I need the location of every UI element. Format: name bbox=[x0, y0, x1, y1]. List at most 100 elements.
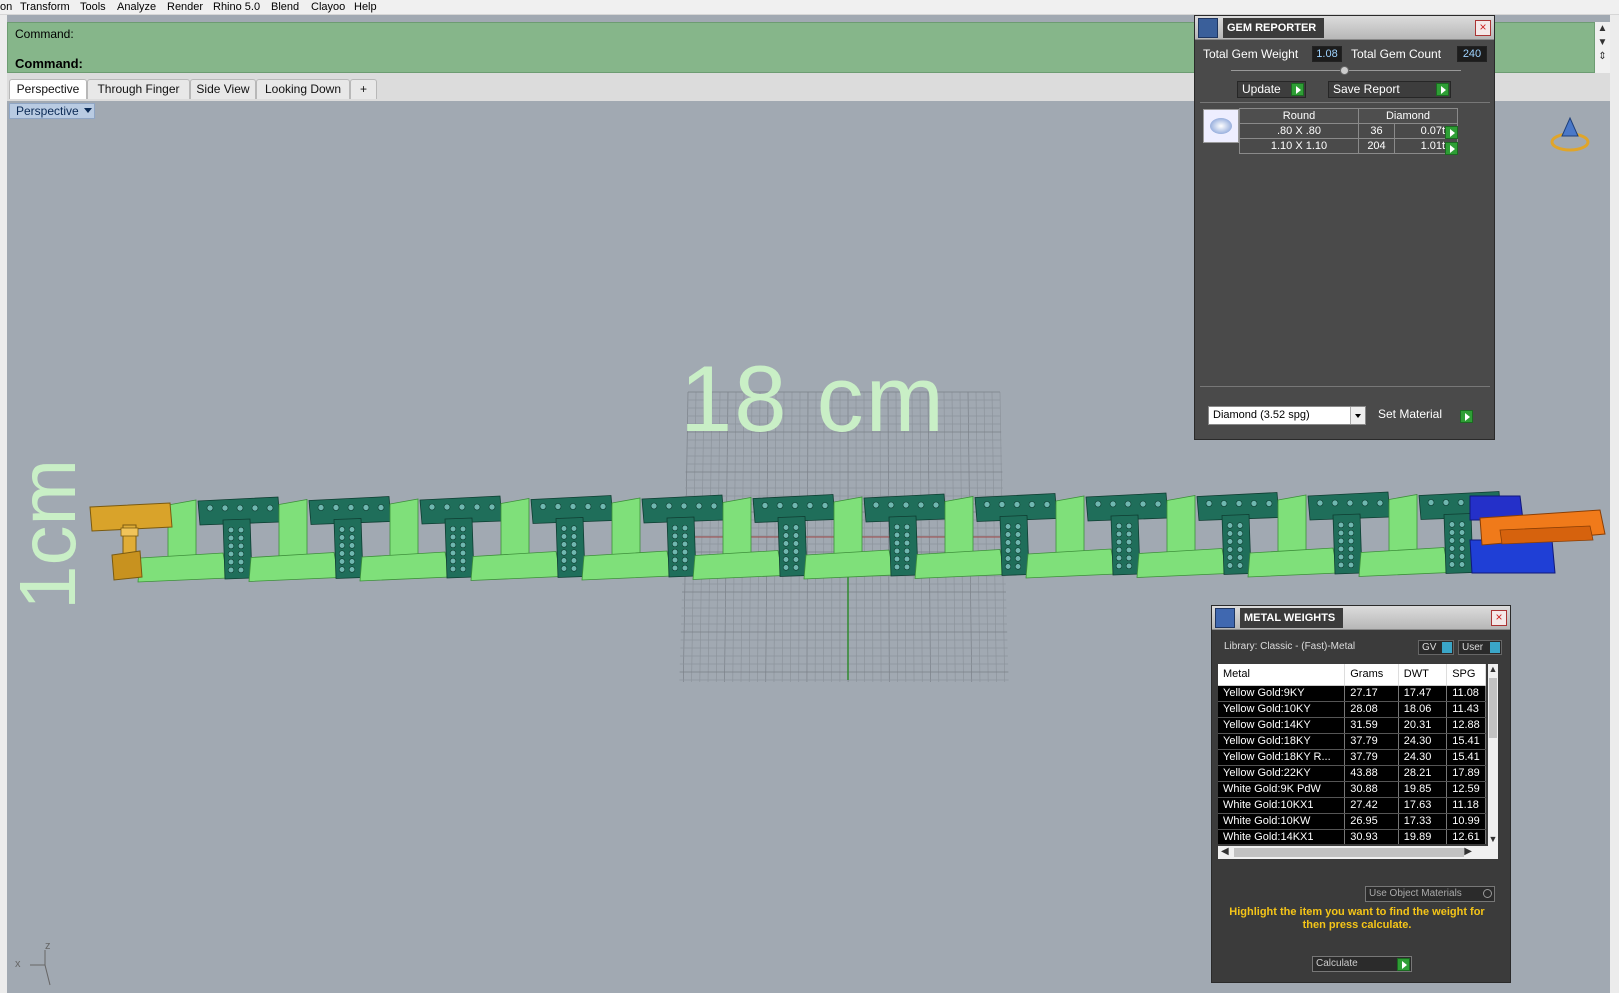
save-report-button[interactable]: Save Report bbox=[1328, 81, 1451, 98]
gem bbox=[1014, 531, 1022, 538]
gem bbox=[903, 531, 911, 539]
gem bbox=[893, 563, 901, 571]
gem bbox=[903, 555, 911, 563]
chevron-down-icon[interactable] bbox=[1350, 407, 1365, 424]
table-row[interactable]: Yellow Gold:10KY 28.08 18.06 11.43 bbox=[1218, 701, 1486, 718]
gv-toggle[interactable]: GV bbox=[1418, 640, 1454, 655]
set-material-go-icon[interactable] bbox=[1460, 410, 1473, 423]
gem bbox=[1337, 521, 1345, 529]
grams-column-header[interactable]: Grams bbox=[1344, 664, 1399, 686]
metal-table-hscroll[interactable]: ◀ ▶ bbox=[1218, 846, 1488, 859]
table-row[interactable]: White Gold:10KW 26.95 17.33 10.99 bbox=[1218, 813, 1486, 830]
set-material-button[interactable]: Set Material bbox=[1374, 407, 1470, 424]
spg-column-header[interactable]: SPG bbox=[1446, 664, 1486, 686]
gem-row-select-icon[interactable] bbox=[1445, 142, 1458, 155]
scroll-up-icon[interactable]: ▲ bbox=[1488, 664, 1498, 674]
close-icon[interactable]: × bbox=[1491, 610, 1507, 626]
gem bbox=[680, 502, 688, 510]
gem bbox=[1220, 500, 1228, 507]
dwt-column-header[interactable]: DWT bbox=[1398, 664, 1448, 686]
link-green-base bbox=[1358, 547, 1450, 577]
link-green-base bbox=[359, 551, 451, 582]
gem bbox=[227, 526, 235, 534]
compass-widget-icon[interactable] bbox=[1550, 116, 1590, 152]
table-row[interactable]: Yellow Gold:14KY 31.59 20.31 12.88 bbox=[1218, 717, 1486, 734]
gem bbox=[681, 532, 689, 540]
metal-name-cell: Yellow Gold:22KY bbox=[1218, 765, 1346, 782]
link-t-stem bbox=[666, 516, 697, 578]
table-row[interactable]: Yellow Gold:22KY 43.88 28.21 17.89 bbox=[1218, 765, 1486, 782]
gem bbox=[761, 502, 769, 509]
gem bbox=[338, 526, 346, 533]
gem bbox=[710, 502, 718, 510]
gem bbox=[782, 556, 790, 563]
material-select[interactable]: Diamond (3.52 spg) bbox=[1208, 406, 1366, 425]
gem bbox=[227, 534, 235, 542]
viewport-title[interactable]: Perspective bbox=[9, 103, 95, 119]
grams-cell: 26.95 bbox=[1344, 813, 1399, 830]
scroll-down-icon[interactable]: ▼ bbox=[1488, 834, 1498, 844]
use-object-materials-toggle[interactable]: Use Object Materials bbox=[1365, 886, 1495, 902]
scroll-right-icon[interactable]: ▶ bbox=[1464, 846, 1472, 857]
gem bbox=[1028, 501, 1036, 508]
width-annotation: 1cm bbox=[3, 458, 92, 610]
gem bbox=[221, 504, 229, 512]
gem bbox=[1458, 529, 1466, 536]
table-row[interactable]: White Gold:10KX1 27.42 17.63 11.18 bbox=[1218, 797, 1486, 814]
gem bbox=[317, 504, 325, 511]
table-row[interactable]: White Gold:9K PdW 30.88 19.85 12.59 bbox=[1218, 781, 1486, 798]
gem bbox=[665, 502, 673, 510]
clasp-right[interactable] bbox=[1469, 495, 1606, 574]
update-go-icon[interactable] bbox=[1291, 83, 1304, 96]
gem bbox=[1014, 547, 1022, 554]
calculate-go-icon[interactable] bbox=[1397, 958, 1410, 971]
metal-table-vscroll[interactable]: ▲ ▼ bbox=[1488, 664, 1498, 859]
dwt-cell: 19.89 bbox=[1398, 829, 1448, 844]
gv-label: GV bbox=[1422, 642, 1437, 653]
scroll-thumb[interactable] bbox=[1489, 678, 1497, 738]
link-t-stem bbox=[222, 518, 253, 580]
table-row[interactable]: Yellow Gold:18KY R... 37.79 24.30 15.41 bbox=[1218, 749, 1486, 766]
gem bbox=[671, 524, 679, 532]
gem bbox=[1226, 546, 1234, 553]
metal-weights-titlebar[interactable]: METAL WEIGHTS × bbox=[1212, 606, 1510, 630]
metal-name-cell: Yellow Gold:18KY R... bbox=[1218, 749, 1346, 766]
link-green-base bbox=[581, 550, 673, 581]
spg-cell: 11.18 bbox=[1446, 797, 1486, 814]
gem-row-select-icon[interactable] bbox=[1445, 126, 1458, 139]
gem bbox=[1236, 522, 1244, 529]
gem-reporter-titlebar[interactable]: GEM REPORTER × bbox=[1195, 16, 1494, 40]
metal-table[interactable]: Metal Grams DWT SPG Yellow Gold:9KY 27.17… bbox=[1218, 664, 1486, 844]
close-icon[interactable]: × bbox=[1475, 20, 1491, 36]
link-green-post bbox=[1166, 495, 1196, 554]
link-green-base bbox=[137, 552, 229, 583]
viewport-menu-icon[interactable] bbox=[84, 108, 92, 113]
diamond-shape-icon[interactable] bbox=[1203, 109, 1239, 143]
link-green-base bbox=[1247, 547, 1339, 578]
gem bbox=[1448, 561, 1456, 568]
table-row[interactable]: Yellow Gold:9KY 27.17 17.47 11.08 bbox=[1218, 685, 1486, 702]
gem bbox=[570, 549, 578, 556]
save-report-go-icon[interactable] bbox=[1436, 83, 1449, 96]
scroll-left-icon[interactable]: ◀ bbox=[1221, 846, 1229, 857]
gem bbox=[348, 566, 356, 573]
gem bbox=[1004, 523, 1012, 530]
gem bbox=[348, 558, 356, 565]
link-green-post bbox=[278, 499, 308, 558]
splitter-handle-icon[interactable] bbox=[1340, 66, 1349, 75]
gem bbox=[237, 550, 245, 558]
gem bbox=[776, 502, 784, 509]
table-row[interactable]: Yellow Gold:18KY 37.79 24.30 15.41 bbox=[1218, 733, 1486, 750]
gem bbox=[1448, 521, 1456, 528]
scroll-thumb[interactable] bbox=[1234, 848, 1464, 857]
table-row[interactable]: White Gold:14KX1 30.93 19.89 12.61 bbox=[1218, 829, 1486, 844]
gem bbox=[1316, 499, 1324, 507]
gem bbox=[338, 558, 346, 565]
gem bbox=[560, 525, 568, 532]
user-toggle[interactable]: User bbox=[1458, 640, 1502, 655]
gem bbox=[227, 550, 235, 558]
link-t-stem bbox=[1221, 514, 1252, 575]
gem bbox=[872, 501, 880, 509]
metal-column-header[interactable]: Metal bbox=[1218, 664, 1346, 686]
grams-cell: 27.42 bbox=[1344, 797, 1399, 814]
